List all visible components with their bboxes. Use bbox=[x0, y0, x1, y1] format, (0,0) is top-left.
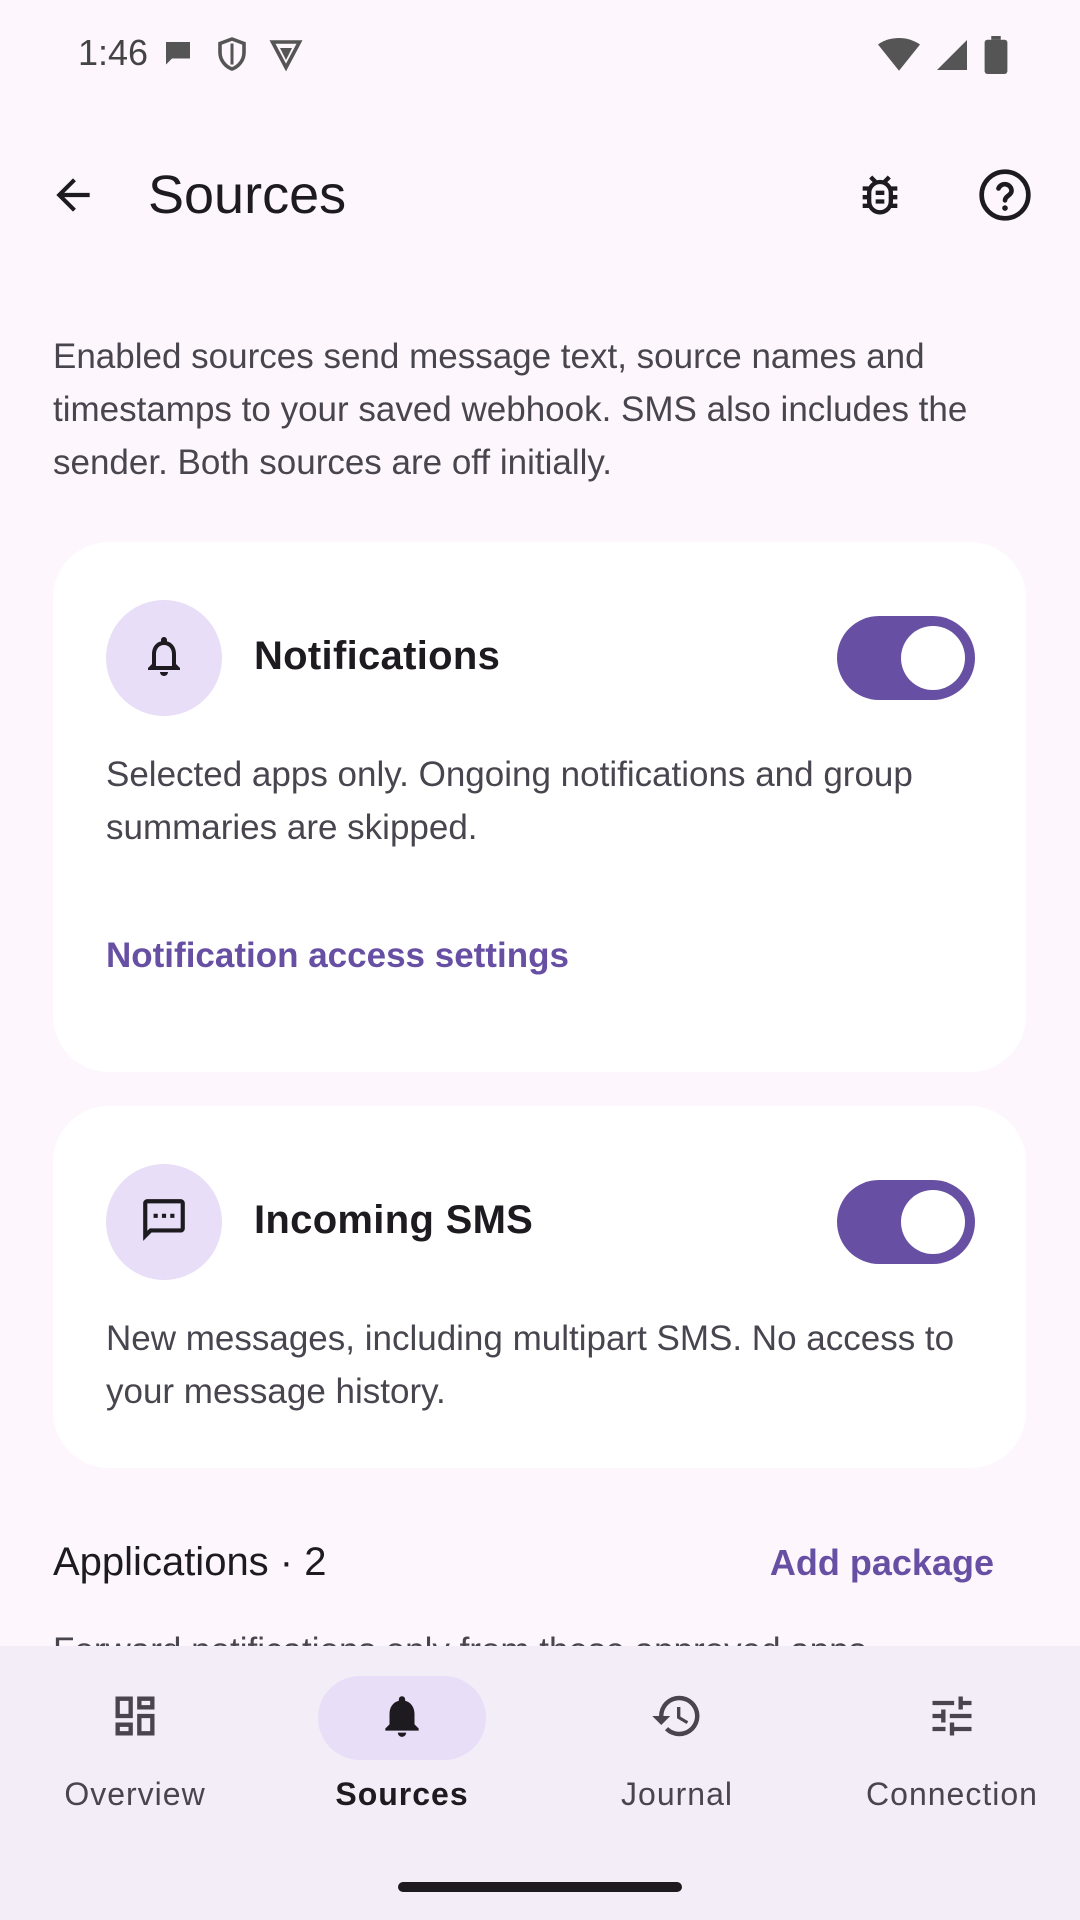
shield-icon bbox=[214, 36, 250, 72]
nav-item-journal[interactable]: Journal bbox=[542, 1676, 812, 1826]
sms-title: Incoming SMS bbox=[254, 1198, 534, 1242]
toggle-knob bbox=[901, 626, 965, 690]
status-icons-left bbox=[160, 36, 304, 72]
applications-description: Forward notifications only from these ap… bbox=[53, 1624, 1053, 1646]
notifications-description: Selected apps only. Ongoing notification… bbox=[106, 755, 913, 847]
history-icon bbox=[650, 1689, 704, 1748]
vpn-icon bbox=[268, 36, 304, 72]
notifications-title: Notifications bbox=[254, 634, 501, 678]
notifications-icon-circle bbox=[106, 600, 222, 716]
wifi-icon bbox=[878, 37, 920, 73]
sms-icon-circle bbox=[106, 1164, 222, 1280]
nav-label-sources: Sources bbox=[335, 1776, 469, 1812]
applications-section-title: Applications · 2 bbox=[53, 1540, 327, 1584]
notifications-card: Notifications Selected apps only. Ongoin… bbox=[53, 542, 1026, 1072]
notifications-toggle[interactable] bbox=[837, 616, 975, 700]
battery-icon bbox=[984, 36, 1008, 74]
nav-pill bbox=[868, 1676, 1036, 1760]
nav-item-overview[interactable]: Overview bbox=[0, 1676, 270, 1826]
status-bar: 1:46 bbox=[0, 0, 1080, 110]
page-title: Sources bbox=[148, 165, 347, 225]
nav-pill-active bbox=[318, 1676, 486, 1760]
nav-item-sources[interactable]: Sources bbox=[267, 1676, 537, 1826]
home-indicator[interactable] bbox=[398, 1882, 682, 1892]
nav-pill bbox=[51, 1676, 219, 1760]
signal-icon bbox=[934, 37, 970, 73]
status-time: 1:46 bbox=[78, 32, 149, 73]
sms-toggle[interactable] bbox=[837, 1180, 975, 1264]
toggle-knob bbox=[901, 1190, 965, 1254]
bell-icon bbox=[140, 632, 188, 685]
notification-access-settings-link[interactable]: Notification access settings bbox=[106, 936, 569, 976]
debug-button[interactable] bbox=[845, 162, 915, 232]
back-button[interactable] bbox=[38, 162, 108, 232]
chat-bubble-icon bbox=[160, 36, 196, 72]
nav-item-connection[interactable]: Connection bbox=[817, 1676, 1080, 1826]
tune-icon bbox=[926, 1690, 978, 1747]
add-package-button[interactable]: Add package bbox=[770, 1542, 994, 1584]
help-button[interactable] bbox=[970, 162, 1040, 232]
top-app-bar: Sources bbox=[0, 140, 1080, 250]
sms-description: New messages, including multipart SMS. N… bbox=[106, 1319, 955, 1411]
nav-label-journal: Journal bbox=[621, 1776, 733, 1812]
bug-icon bbox=[854, 169, 906, 226]
intro-text: Enabled sources send message text, sourc… bbox=[53, 337, 968, 482]
arrow-back-icon bbox=[48, 170, 98, 225]
bell-icon bbox=[377, 1691, 427, 1746]
sms-card: Incoming SMS New messages, including mul… bbox=[53, 1106, 1026, 1468]
dashboard-icon bbox=[109, 1690, 161, 1747]
sms-icon bbox=[139, 1195, 189, 1250]
help-icon bbox=[977, 167, 1033, 228]
bottom-navigation: Overview Sources Journal Connection bbox=[0, 1646, 1080, 1920]
nav-label-connection: Connection bbox=[866, 1776, 1038, 1812]
nav-pill bbox=[593, 1676, 761, 1760]
status-icons-right bbox=[878, 36, 1008, 74]
nav-label-overview: Overview bbox=[64, 1776, 206, 1812]
